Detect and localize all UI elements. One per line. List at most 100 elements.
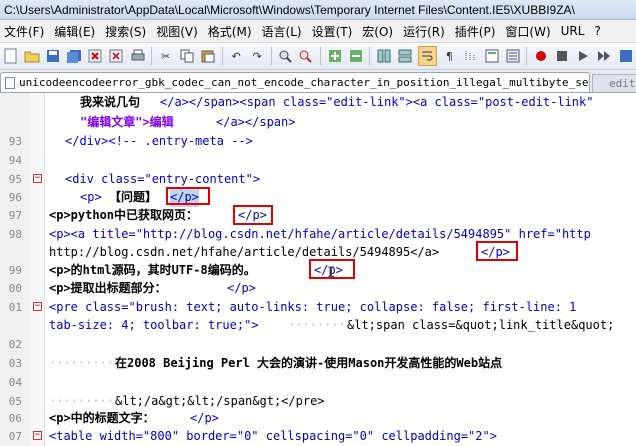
toolbar-separator xyxy=(320,47,321,65)
code-editor[interactable]: 我来说几句 </a></span><span class="edit-link"… xyxy=(0,93,636,446)
find-icon[interactable] xyxy=(277,47,294,65)
code-line: 02 xyxy=(0,335,636,354)
tab-label: unicodeencodeerror_gbk_codec_can_not_enc… xyxy=(19,76,590,89)
close-all-icon[interactable] xyxy=(108,47,125,65)
replace-icon[interactable] xyxy=(298,47,315,65)
line-number: 00 xyxy=(8,282,22,295)
code-text: "编辑文章">编辑 xyxy=(80,115,174,129)
code-line: tab-size: 4; toolbar: true;"> ········· … xyxy=(0,316,636,335)
copy-icon[interactable] xyxy=(178,47,195,65)
word-wrap-icon[interactable] xyxy=(417,46,437,66)
tab-active-file[interactable]: unicodeencodeerror_gbk_codec_can_not_enc… xyxy=(0,72,590,92)
code-text: <p>中的标题文字： xyxy=(49,411,155,425)
function-list-icon[interactable] xyxy=(504,47,521,65)
save-all-icon[interactable] xyxy=(65,47,82,65)
redo-icon[interactable]: ↷ xyxy=(249,47,266,65)
line-number: 97 xyxy=(8,209,22,222)
highlight-box xyxy=(233,205,273,225)
code-line: 06 <p>中的标题文字： </p> xyxy=(0,409,636,428)
window-title: C:\Users\Administrator\AppData\Local\Mic… xyxy=(0,0,636,20)
code-text: 我来说几句 xyxy=(80,95,141,109)
toolbar: ✂ ↶ ↷ ¶ xyxy=(0,43,636,70)
menu-edit[interactable]: 编辑(E) xyxy=(50,23,101,40)
menu-bar: 文件(F) 编辑(E) 搜索(S) 视图(V) 格式(M) 语言(L) 设置(T… xyxy=(0,20,636,43)
menu-macro[interactable]: 宏(O) xyxy=(358,23,399,40)
zoom-out-icon[interactable] xyxy=(347,47,364,65)
code-text: <p>python中已获取网页： xyxy=(49,208,199,222)
line-number: 02 xyxy=(8,338,22,351)
indent-guide-icon[interactable] xyxy=(462,47,479,65)
tab-next-file[interactable]: edit xyxy=(592,74,636,92)
code-text: </a></span> xyxy=(216,115,296,129)
fold-toggle-icon[interactable]: − xyxy=(33,302,42,311)
fold-toggle-icon[interactable]: − xyxy=(33,174,42,183)
close-icon[interactable] xyxy=(87,47,104,65)
menu-url[interactable]: URL xyxy=(557,24,591,38)
paste-icon[interactable] xyxy=(199,47,216,65)
toolbar-separator xyxy=(369,47,371,65)
save-macro-icon[interactable] xyxy=(617,47,634,65)
menu-window[interactable]: 窗口(W) xyxy=(501,23,556,40)
toolbar-separator xyxy=(270,47,272,65)
line-number: 04 xyxy=(8,376,22,389)
code-line: 01 − <pre class="brush: text; auto-links… xyxy=(0,298,636,317)
code-text: </p> xyxy=(227,281,256,295)
run-macro-multiple-icon[interactable] xyxy=(596,47,613,65)
sync-vertical-icon[interactable] xyxy=(375,47,392,65)
toolbar-separator xyxy=(526,47,528,65)
code-line: 96 <p> 【问题】 </p> xyxy=(0,188,636,207)
show-all-chars-icon[interactable]: ¶ xyxy=(441,47,458,65)
code-text: <p> xyxy=(80,190,102,204)
tab-bar: unicodeencodeerror_gbk_codec_can_not_enc… xyxy=(0,70,636,93)
open-file-icon[interactable] xyxy=(23,47,40,65)
fold-toggle-icon[interactable]: − xyxy=(33,431,42,440)
undo-icon[interactable]: ↶ xyxy=(227,47,244,65)
menu-settings[interactable]: 设置(T) xyxy=(308,23,359,40)
play-macro-icon[interactable] xyxy=(575,47,592,65)
toolbar-separator xyxy=(221,47,223,65)
line-number: 96 xyxy=(8,191,22,204)
stop-macro-icon[interactable] xyxy=(553,47,570,65)
line-number: 98 xyxy=(8,228,22,241)
line-number: 99 xyxy=(8,264,22,277)
code-line: 00 <p>提取出标题部分： </p> xyxy=(0,279,636,298)
code-text: 在2008 Beijing Perl 大会的演讲-使用Mason开发高性能的We… xyxy=(115,356,503,370)
code-text: <div class="entry-content"> xyxy=(65,172,261,186)
code-text: <p>的html源码，其时UTF-8编码的。 xyxy=(49,263,256,277)
document-map-icon[interactable] xyxy=(483,47,500,65)
menu-language[interactable]: 语言(L) xyxy=(258,23,308,40)
code-line: 04 xyxy=(0,373,636,392)
code-line: 93 </div><!-- .entry-meta --> xyxy=(0,132,636,151)
menu-search[interactable]: 搜索(S) xyxy=(101,23,152,40)
code-text: <p>提取出标题部分： xyxy=(49,281,167,295)
text-cursor-icon: I xyxy=(327,265,336,281)
menu-format[interactable]: 格式(M) xyxy=(204,23,258,40)
menu-plugins[interactable]: 插件(P) xyxy=(451,23,502,40)
print-icon[interactable] xyxy=(129,47,146,65)
new-file-icon[interactable] xyxy=(2,47,19,65)
line-number: 07 xyxy=(8,430,22,443)
menu-help[interactable]: ? xyxy=(590,24,606,38)
line-number: 06 xyxy=(8,412,22,425)
code-line: 97 <p>python中已获取网页： </p> xyxy=(0,206,636,225)
code-text: </p> xyxy=(190,411,219,425)
toolbar-separator xyxy=(151,47,153,65)
menu-file[interactable]: 文件(F) xyxy=(0,23,50,40)
code-line: 95 − <div class="entry-content"> xyxy=(0,170,636,189)
code-line: 03 ········· 在2008 Beijing Perl 大会的演讲-使用… xyxy=(0,354,636,373)
line-number: 93 xyxy=(8,135,22,148)
code-text: </a></span><span class="edit-link"><a cl… xyxy=(160,95,594,109)
cut-icon[interactable]: ✂ xyxy=(157,47,174,65)
code-line: 07 − <table width="800" border="0" cells… xyxy=(0,427,636,446)
save-icon[interactable] xyxy=(44,47,61,65)
code-text: &lt;span class=&quot;link_title&quot; xyxy=(347,318,615,332)
whitespace-marks: ········· xyxy=(49,356,115,370)
highlight-box xyxy=(476,241,518,261)
menu-view[interactable]: 视图(V) xyxy=(152,23,204,40)
menu-run[interactable]: 运行(R) xyxy=(399,23,451,40)
record-macro-icon[interactable] xyxy=(532,47,549,65)
zoom-in-icon[interactable] xyxy=(326,47,343,65)
sync-horizontal-icon[interactable] xyxy=(396,47,413,65)
line-number: 03 xyxy=(8,357,22,370)
line-number: 94 xyxy=(8,154,22,167)
